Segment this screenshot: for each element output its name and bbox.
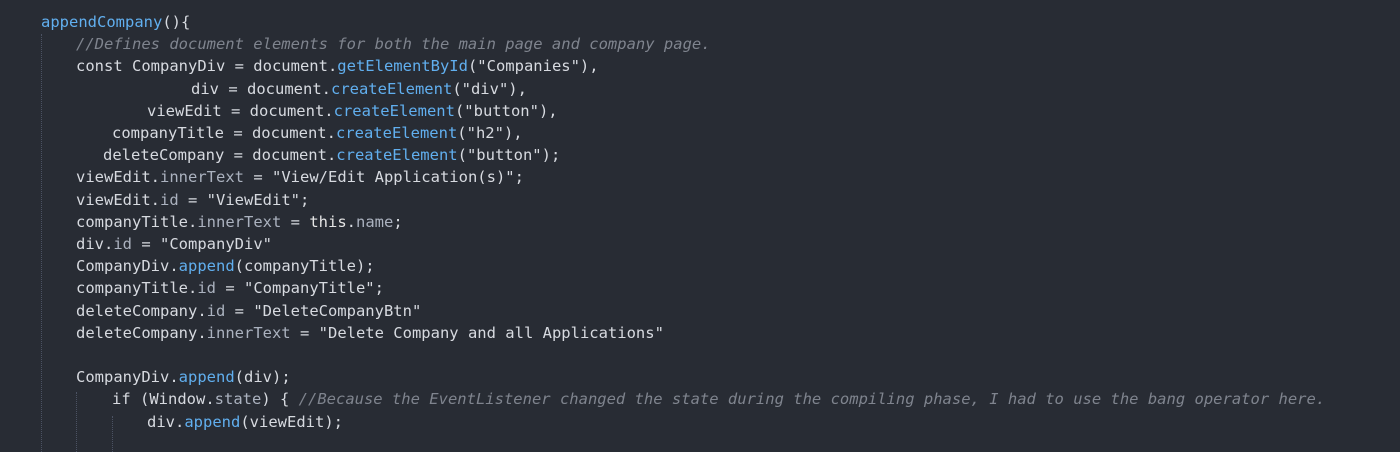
code-token: = "ViewEdit"; (178, 190, 310, 209)
code-token: div. (76, 235, 114, 253)
code-token: (div); (234, 368, 291, 387)
code-line[interactable]: if (Window.state) { //Because the EventL… (112, 388, 1325, 410)
code-token: = "Delete Company and all Applications" (290, 323, 664, 342)
code-token: state (214, 390, 262, 409)
code-token: deleteCompany. (76, 301, 207, 320)
code-token: innerText (160, 168, 244, 187)
code-line[interactable]: CompanyDiv.append(div); (76, 366, 291, 388)
code-token: ; (393, 212, 403, 231)
code-token: ("Companies"), (467, 57, 599, 76)
code-line[interactable]: companyTitle = document.createElement("h… (112, 122, 523, 144)
code-token: CompanyDiv. (76, 257, 179, 276)
code-line[interactable]: viewEdit.id = "ViewEdit"; (76, 189, 309, 211)
code-token: const CompanyDiv = document. (76, 57, 338, 76)
code-token: createElement (336, 146, 458, 165)
code-token: getElementById (337, 57, 468, 76)
code-comment: //Defines document elements for both the… (76, 35, 711, 54)
code-line[interactable]: companyTitle.id = "CompanyTitle"; (76, 277, 384, 299)
code-editor[interactable]: appendCompany(){ //Defines document eleme… (0, 0, 1400, 452)
code-token: . (346, 212, 356, 231)
code-token: appendCompany (41, 13, 163, 31)
code-line[interactable]: CompanyDiv.append(companyTitle); (76, 255, 375, 277)
code-line[interactable]: div.id = "CompanyDiv" (76, 233, 272, 255)
code-token: = "CompanyTitle"; (216, 279, 384, 298)
code-token: createElement (330, 79, 453, 98)
code-token: createElement (335, 124, 458, 142)
code-line[interactable]: div = document.createElement("div"), (191, 78, 527, 100)
code-token: innerText (197, 212, 282, 231)
code-token: deleteCompany = document. (103, 146, 337, 165)
code-token: = (281, 212, 310, 231)
code-token: viewEdit. (76, 168, 160, 187)
code-token: id (113, 235, 132, 253)
code-line[interactable]: viewEdit.innerText = "View/Edit Applicat… (76, 166, 524, 188)
indent-guide (41, 34, 42, 452)
code-line[interactable]: appendCompany(){ (41, 11, 190, 33)
code-token: viewEdit. (76, 190, 160, 209)
code-token: ) { (261, 390, 299, 409)
code-token: ("button"), (454, 101, 558, 120)
code-token: div = document. (191, 79, 331, 98)
code-token: = "CompanyDiv" (132, 235, 272, 253)
code-line[interactable]: div.append(viewEdit); (147, 411, 343, 433)
code-line[interactable]: const CompanyDiv = document.getElementBy… (76, 55, 599, 77)
code-token: append (178, 368, 235, 387)
code-token: id (160, 190, 179, 209)
code-token: = "DeleteCompanyBtn" (225, 301, 422, 320)
code-token: id (206, 301, 226, 320)
code-token: (){ (162, 13, 191, 31)
code-token: append (178, 257, 235, 276)
code-token: this (309, 212, 347, 231)
code-line[interactable]: deleteCompany.id = "DeleteCompanyBtn" (76, 300, 421, 322)
code-token: append (184, 412, 241, 431)
code-line[interactable]: deleteCompany.innerText = "Delete Compan… (76, 322, 664, 344)
code-token: CompanyDiv. (76, 368, 179, 387)
code-token: innerText (206, 323, 291, 342)
code-token: ("h2"), (457, 124, 523, 142)
code-token: companyTitle = document. (112, 124, 336, 142)
code-token: deleteCompany. (76, 323, 207, 342)
code-token: (companyTitle); (234, 257, 375, 276)
code-token: div. (147, 412, 185, 431)
code-comment: //Because the EventListener changed the … (298, 390, 1326, 409)
code-token: createElement (333, 101, 455, 120)
code-line[interactable]: //Defines document elements for both the… (76, 33, 711, 55)
indent-guide (112, 416, 113, 452)
code-token: id (197, 279, 216, 298)
code-token: viewEdit = document. (147, 101, 334, 120)
code-line[interactable]: viewEdit = document.createElement("butto… (147, 100, 558, 122)
code-token: companyTitle. (76, 279, 198, 298)
code-line[interactable]: companyTitle.innerText = this.name; (76, 211, 403, 233)
code-token: name (356, 212, 394, 231)
code-token: companyTitle. (76, 212, 198, 231)
code-token: ("button"); (457, 146, 561, 165)
code-token: = "View/Edit Application(s)"; (244, 168, 524, 187)
code-token: (viewEdit); (240, 412, 343, 431)
code-token: ("div"), (452, 79, 527, 98)
code-token: if (Window. (112, 390, 215, 409)
indent-guide (76, 392, 77, 452)
code-line[interactable]: deleteCompany = document.createElement("… (103, 144, 560, 166)
